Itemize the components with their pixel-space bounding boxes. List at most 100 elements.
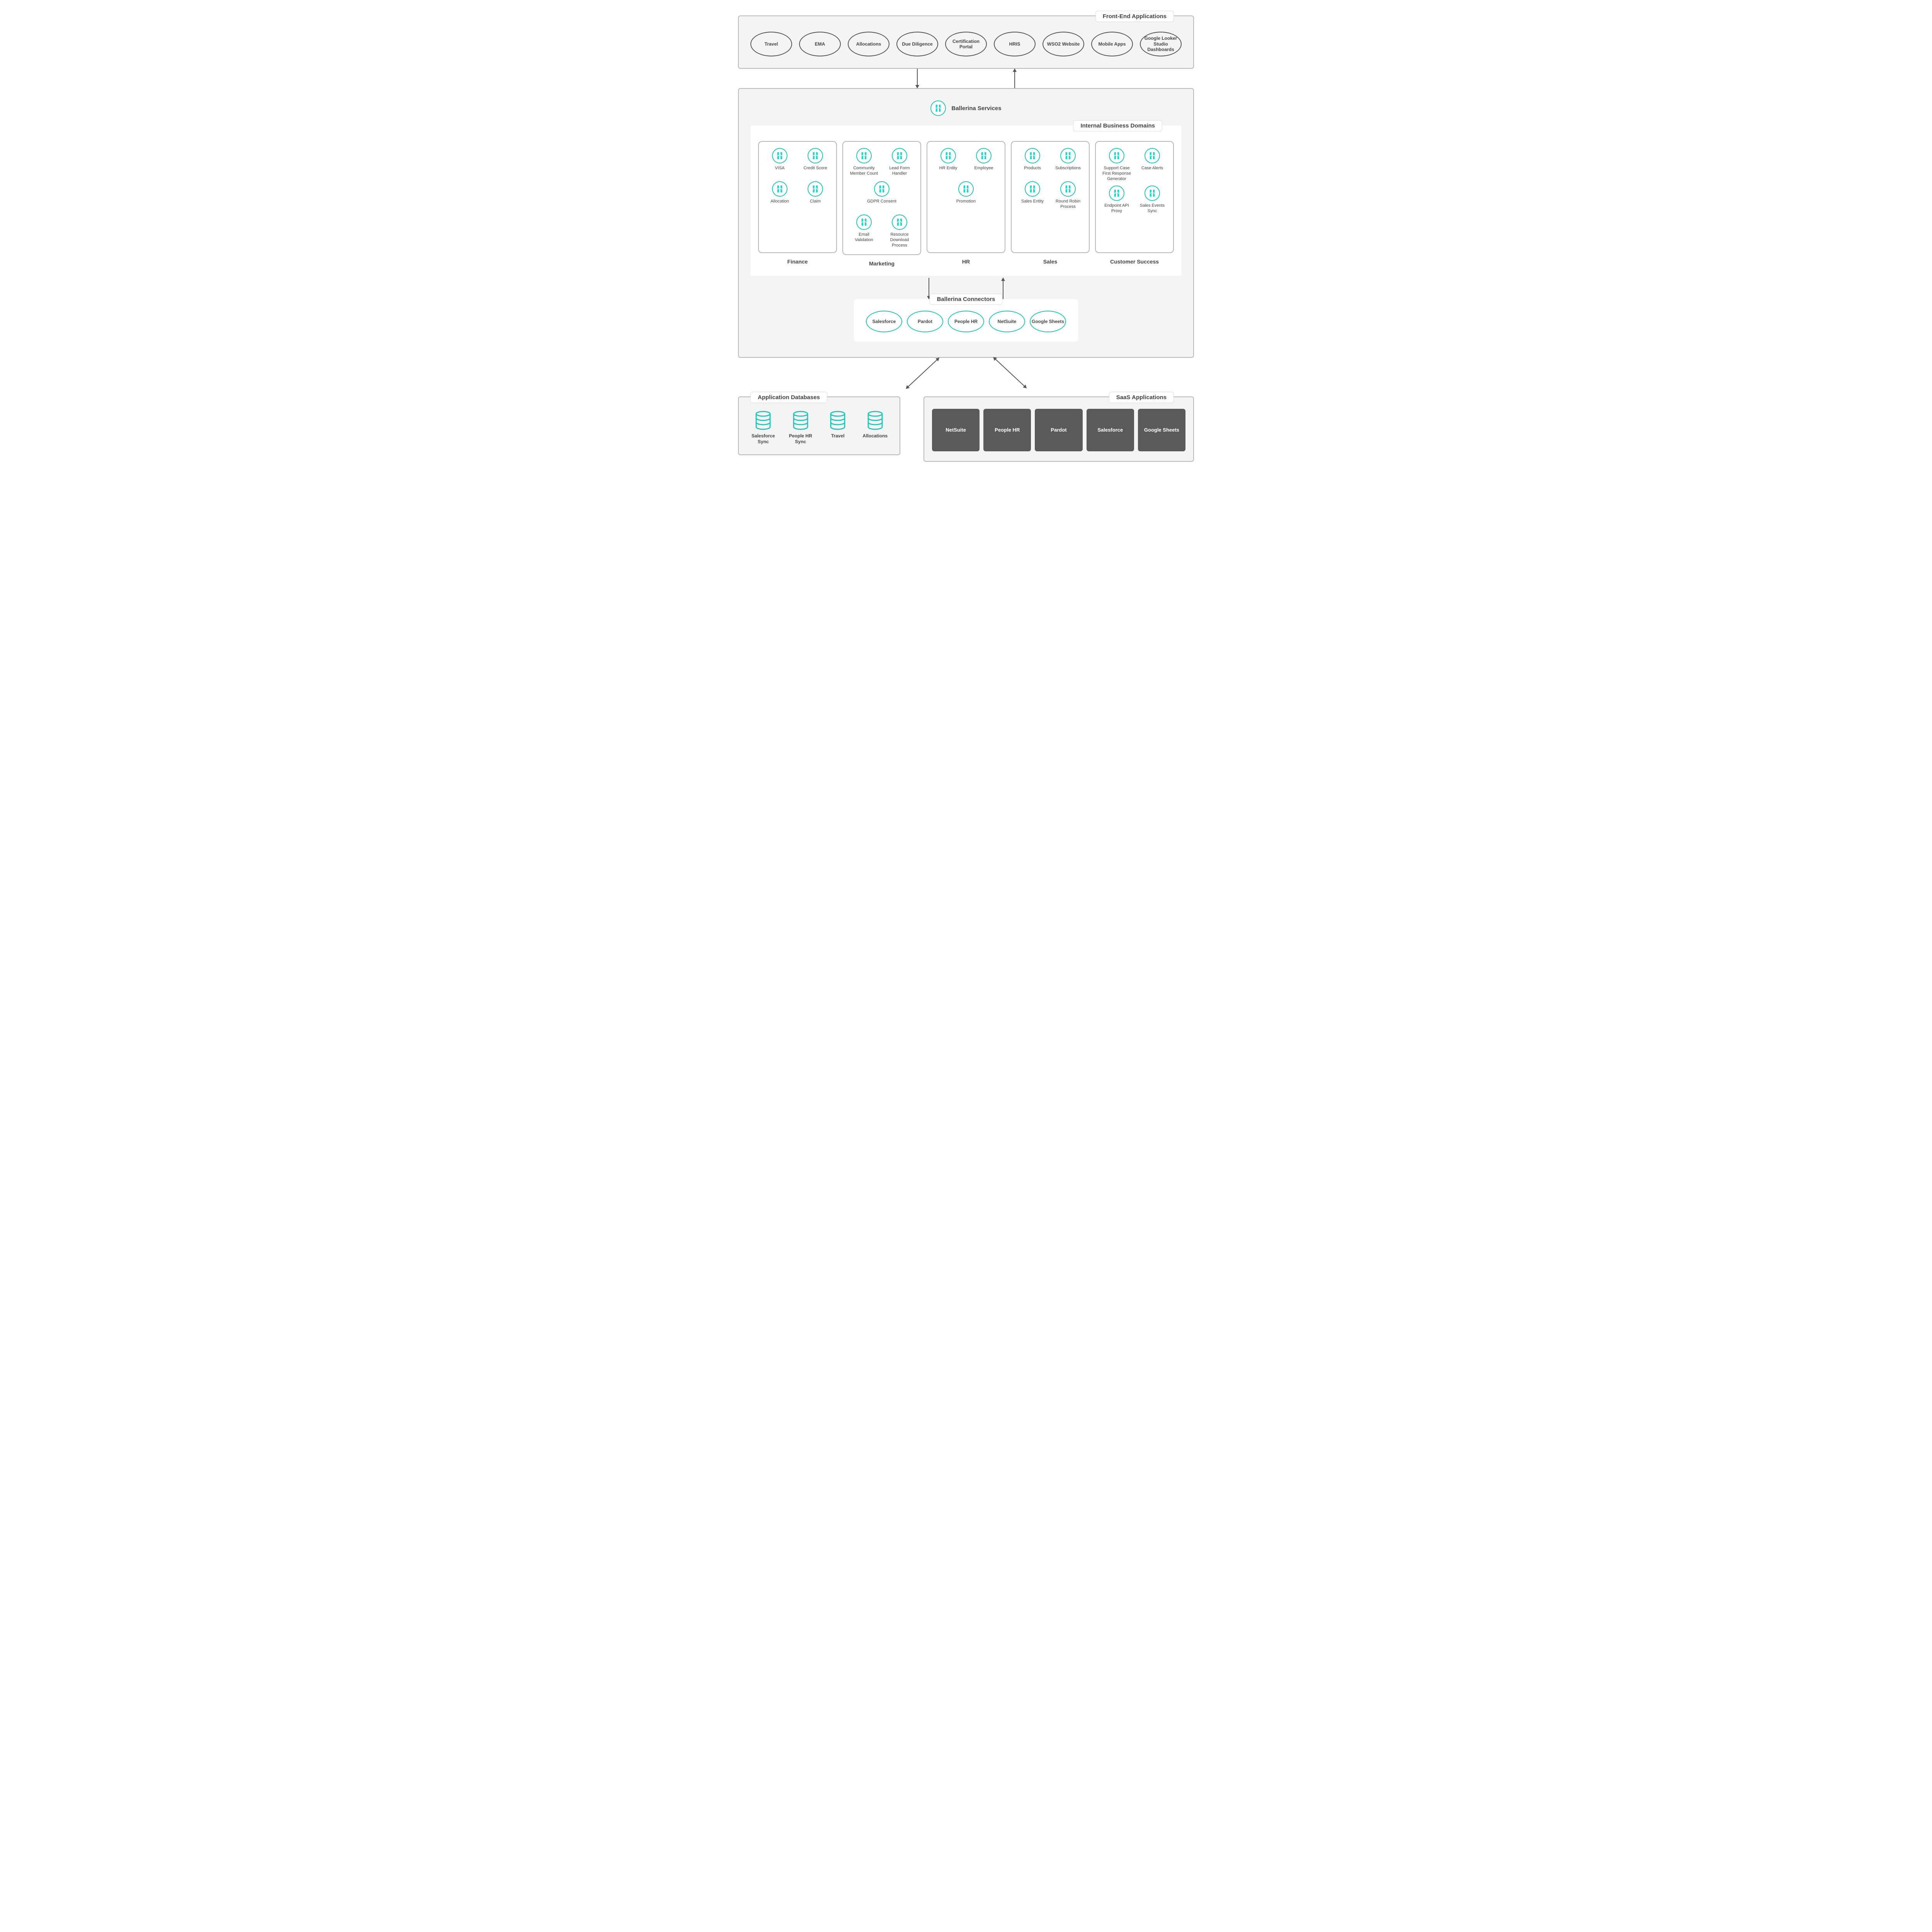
saas-pardot: Pardot (1035, 409, 1082, 451)
svc-lead-form-handler: Lead Form Handler (884, 148, 915, 177)
svc-gdpr-consent: GDPR Consent (847, 181, 917, 211)
app-hris: HRIS (994, 32, 1036, 56)
ballerina-icon (958, 181, 974, 197)
svc-hr-entity: HR Entity (933, 148, 963, 177)
domain-finance-label: Finance (787, 259, 808, 265)
arrow-both-icon (993, 357, 1026, 388)
svc-promotion: Promotion (931, 181, 1001, 211)
ballerina-icon (772, 181, 787, 197)
ballerina-icon (856, 148, 872, 163)
domain-hr-label: HR (962, 259, 970, 265)
ballerina-icon (1025, 181, 1040, 197)
domain-sales-label: Sales (1043, 259, 1058, 265)
connectors-panel: Ballerina Connectors Salesforce Pardot P… (854, 299, 1078, 342)
application-databases-panel: Application Databases Salesforce Sync (738, 396, 900, 455)
domain-finance: VISA Credit Score Allocation Claim (758, 141, 837, 267)
app-due-diligence: Due Diligence (896, 32, 938, 56)
svc-email-validation: Email Validation (849, 214, 879, 248)
ballerina-icon (940, 148, 956, 163)
db-salesforce-sync: Salesforce Sync (747, 411, 780, 445)
svc-allocation: Allocation (765, 181, 795, 211)
db-travel: Travel (821, 411, 855, 445)
arrows-frontend-services (738, 69, 1194, 88)
domains-row: VISA Credit Score Allocation Claim (758, 141, 1174, 267)
app-wso2-website: WSO2 Website (1043, 32, 1084, 56)
domain-marketing-box: Community Member Count Lead Form Handler… (842, 141, 921, 255)
app-cert-portal: Certification Portal (945, 32, 987, 56)
connector-pardot: Pardot (907, 311, 943, 332)
domain-marketing-label: Marketing (869, 260, 895, 267)
database-icon (867, 411, 884, 430)
svc-resource-download: Resource Download Process (884, 214, 915, 248)
ballerina-icon (1145, 148, 1160, 163)
saas-title: SaaS Applications (1109, 392, 1174, 403)
domain-cs-box: Support Case First Response Generator Ca… (1095, 141, 1174, 253)
database-icon (792, 411, 809, 430)
domain-sales-box: Products Subscriptions Sales Entity (1011, 141, 1090, 253)
svc-community-member-count: Community Member Count (849, 148, 879, 177)
connector-salesforce: Salesforce (866, 311, 902, 332)
saas-people-hr: People HR (983, 409, 1031, 451)
services-header: Ballerina Services (750, 100, 1182, 116)
app-mobile: Mobile Apps (1091, 32, 1133, 56)
db-allocations: Allocations (859, 411, 892, 445)
svc-products: Products (1017, 148, 1048, 177)
svc-claim: Claim (800, 181, 830, 211)
svc-credit-score: Credit Score (800, 148, 830, 177)
ballerina-icon (808, 148, 823, 163)
ballerina-icon (772, 148, 787, 163)
architecture-diagram: Front-End Applications Travel EMA Alloca… (738, 15, 1194, 462)
ballerina-icon (1145, 185, 1160, 201)
svc-sales-events-sync: Sales Events Sync (1137, 185, 1167, 215)
svc-support-case-generator: Support Case First Response Generator (1102, 148, 1132, 182)
svc-endpoint-api-proxy: Endpoint API Proxy (1102, 185, 1132, 215)
ballerina-icon (892, 148, 907, 163)
ballerina-icon (930, 100, 946, 116)
domain-customer-success: Support Case First Response Generator Ca… (1095, 141, 1174, 267)
arrow-both-icon (906, 358, 939, 389)
database-icon (829, 411, 846, 430)
domain-finance-box: VISA Credit Score Allocation Claim (758, 141, 837, 253)
connector-people-hr: People HR (948, 311, 984, 332)
svc-round-robin: Round Robin Process (1053, 181, 1083, 211)
domain-sales: Products Subscriptions Sales Entity (1011, 141, 1090, 267)
ballerina-icon (874, 181, 889, 197)
ballerina-icon (1060, 148, 1076, 163)
ballerina-icon (808, 181, 823, 197)
connector-google-sheets: Google Sheets (1030, 311, 1066, 332)
domain-marketing: Community Member Count Lead Form Handler… (842, 141, 921, 267)
database-icon (755, 411, 772, 430)
ballerina-icon (976, 148, 992, 163)
internal-domains-title: Internal Business Domains (1073, 120, 1162, 131)
internal-domains-panel: Internal Business Domains VISA Credit Sc… (750, 126, 1182, 276)
front-end-title: Front-End Applications (1095, 11, 1174, 22)
ballerina-icon (892, 214, 907, 230)
services-header-label: Ballerina Services (951, 105, 1001, 112)
arrows-to-bottom (738, 358, 1194, 396)
ballerina-icon (1109, 148, 1124, 163)
svc-subscriptions: Subscriptions (1053, 148, 1083, 177)
saas-google-sheets: Google Sheets (1138, 409, 1185, 451)
app-allocations: Allocations (848, 32, 889, 56)
arrow-down-icon (917, 69, 918, 88)
svc-sales-entity: Sales Entity (1017, 181, 1048, 211)
front-end-panel: Front-End Applications Travel EMA Alloca… (738, 15, 1194, 69)
arrow-up-icon (1014, 69, 1015, 88)
connectors-title: Ballerina Connectors (930, 294, 1003, 305)
domain-hr: HR Entity Employee Promotion HR (927, 141, 1005, 267)
appdb-title: Application Databases (750, 392, 827, 403)
ballerina-icon (1109, 185, 1124, 201)
saas-salesforce: Salesforce (1087, 409, 1134, 451)
app-ema: EMA (799, 32, 841, 56)
ballerina-services-panel: Ballerina Services Internal Business Dom… (738, 88, 1194, 358)
domain-hr-box: HR Entity Employee Promotion (927, 141, 1005, 253)
db-people-hr-sync: People HR Sync (784, 411, 818, 445)
svc-employee: Employee (969, 148, 999, 177)
ballerina-icon (856, 214, 872, 230)
app-travel: Travel (750, 32, 792, 56)
saas-applications-panel: SaaS Applications NetSuite People HR Par… (923, 396, 1194, 462)
front-end-apps-row: Travel EMA Allocations Due Diligence Cer… (750, 32, 1182, 56)
ballerina-icon (1060, 181, 1076, 197)
domain-cs-label: Customer Success (1110, 259, 1159, 265)
ballerina-icon (1025, 148, 1040, 163)
